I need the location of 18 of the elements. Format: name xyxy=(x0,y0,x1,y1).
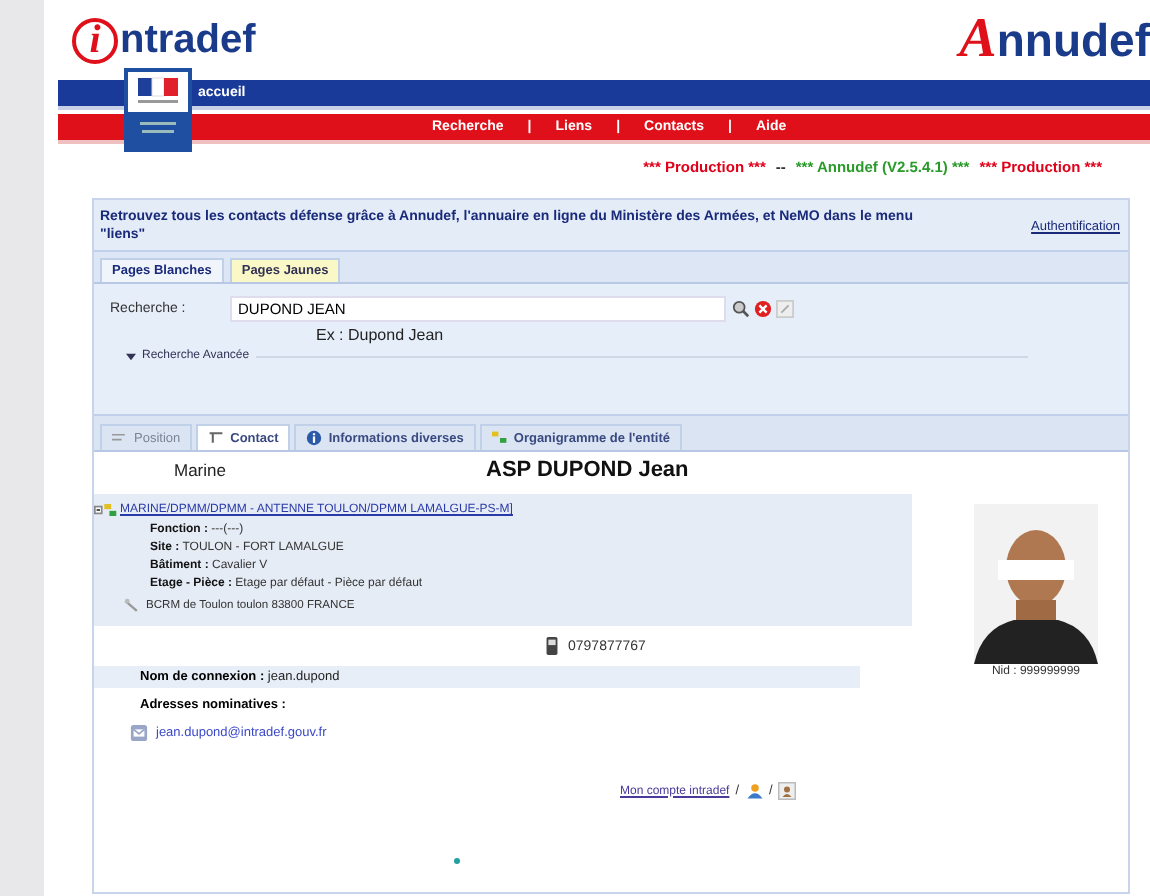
branch-name: Marine xyxy=(174,460,228,480)
app-logo: Annudef xyxy=(959,8,1150,72)
org-chart-icon xyxy=(491,430,508,446)
expand-icon[interactable] xyxy=(126,351,136,361)
site-logo: i ntradef xyxy=(72,17,256,63)
person-name: ASP DUPOND Jean xyxy=(486,458,689,482)
pin-icon xyxy=(124,596,140,616)
mobile-phone-icon xyxy=(544,636,560,656)
lines-icon xyxy=(112,430,128,446)
clear-icon[interactable] xyxy=(754,300,772,318)
search-icon[interactable] xyxy=(732,300,750,318)
people-icon[interactable] xyxy=(745,782,764,800)
tree-icon[interactable] xyxy=(94,502,118,518)
info-icon xyxy=(306,430,323,446)
person-card-icon[interactable] xyxy=(778,782,797,800)
search-example: Ex : Dupond Jean xyxy=(316,326,446,344)
dot-icon xyxy=(454,858,460,864)
envelope-icon xyxy=(130,724,148,742)
